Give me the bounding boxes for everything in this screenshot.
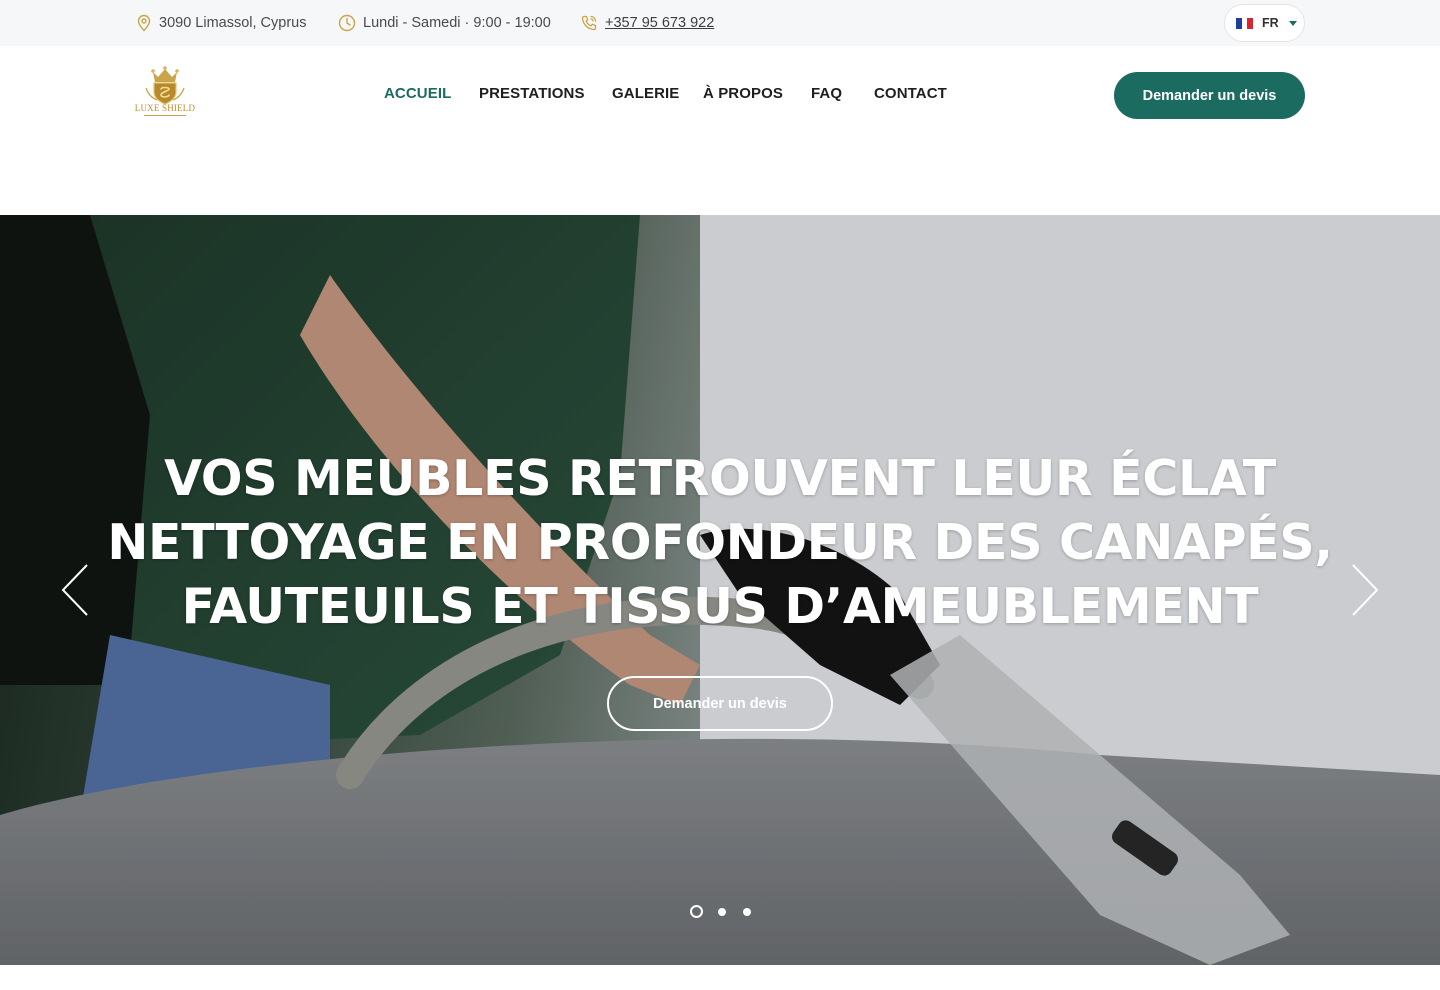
nav-item-galerie[interactable]: GALERIE bbox=[612, 85, 679, 102]
slider-dot-2[interactable] bbox=[718, 908, 726, 916]
hero-title-line: FAUTEUILS ET TISSUS D’AMEUBLEMENT bbox=[181, 578, 1259, 635]
slider-prev-button[interactable] bbox=[60, 563, 90, 617]
phone-icon bbox=[581, 15, 597, 31]
hero-title-line: VOS MEUBLES RETROUVENT LEUR ÉCLAT bbox=[164, 450, 1276, 507]
map-pin-icon bbox=[137, 14, 151, 32]
slider-dots bbox=[690, 905, 754, 919]
phone-link[interactable]: +357 95 673 922 bbox=[605, 15, 714, 31]
nav-item-a-propos[interactable]: À PROPOS bbox=[703, 85, 783, 102]
logo-divider bbox=[144, 115, 186, 116]
nav-item-contact[interactable]: CONTACT bbox=[874, 85, 947, 102]
phone-info: +357 95 673 922 bbox=[580, 0, 714, 46]
nav-item-accueil[interactable]: ACCUEIL bbox=[384, 85, 451, 102]
address-text: 3090 Limassol, Cyprus bbox=[159, 15, 307, 31]
language-code: FR bbox=[1262, 16, 1279, 30]
hours-text: Lundi - Samedi · 9:00 - 19:00 bbox=[363, 15, 551, 31]
clock-icon bbox=[338, 14, 356, 32]
address-info: 3090 Limassol, Cyprus bbox=[136, 0, 307, 46]
slider-dot-1[interactable] bbox=[690, 905, 703, 918]
caret-down-icon bbox=[1288, 20, 1297, 26]
request-quote-button[interactable]: Demander un devis bbox=[1114, 72, 1305, 119]
france-flag-icon bbox=[1236, 17, 1254, 29]
hero-title-line: NETTOYAGE EN PROFONDEUR DES CANAPÉS, bbox=[107, 514, 1333, 571]
hero-slider: VOS MEUBLES RETROUVENT LEUR ÉCLAT NETTOY… bbox=[0, 215, 1440, 965]
language-selector[interactable]: FR bbox=[1224, 4, 1305, 42]
chevron-right-icon bbox=[1352, 564, 1379, 616]
slider-next-button[interactable] bbox=[1350, 563, 1380, 617]
nav-item-prestations[interactable]: PRESTATIONS bbox=[479, 85, 585, 102]
hero-title: VOS MEUBLES RETROUVENT LEUR ÉCLAT NETTOY… bbox=[0, 447, 1440, 639]
hours-info: Lundi - Samedi · 9:00 - 19:00 bbox=[338, 0, 551, 46]
hero-request-quote-button[interactable]: Demander un devis bbox=[607, 676, 833, 731]
nav-item-faq[interactable]: FAQ bbox=[811, 85, 842, 102]
logo-text: LUXE SHIELD bbox=[134, 103, 196, 113]
site-logo[interactable]: LUXE SHIELD bbox=[134, 62, 196, 126]
crown-shield-logo-icon bbox=[145, 66, 185, 105]
chevron-left-icon bbox=[61, 564, 88, 616]
top-bar: 3090 Limassol, Cyprus Lundi - Samedi · 9… bbox=[0, 0, 1440, 46]
slider-dot-3[interactable] bbox=[743, 908, 751, 916]
